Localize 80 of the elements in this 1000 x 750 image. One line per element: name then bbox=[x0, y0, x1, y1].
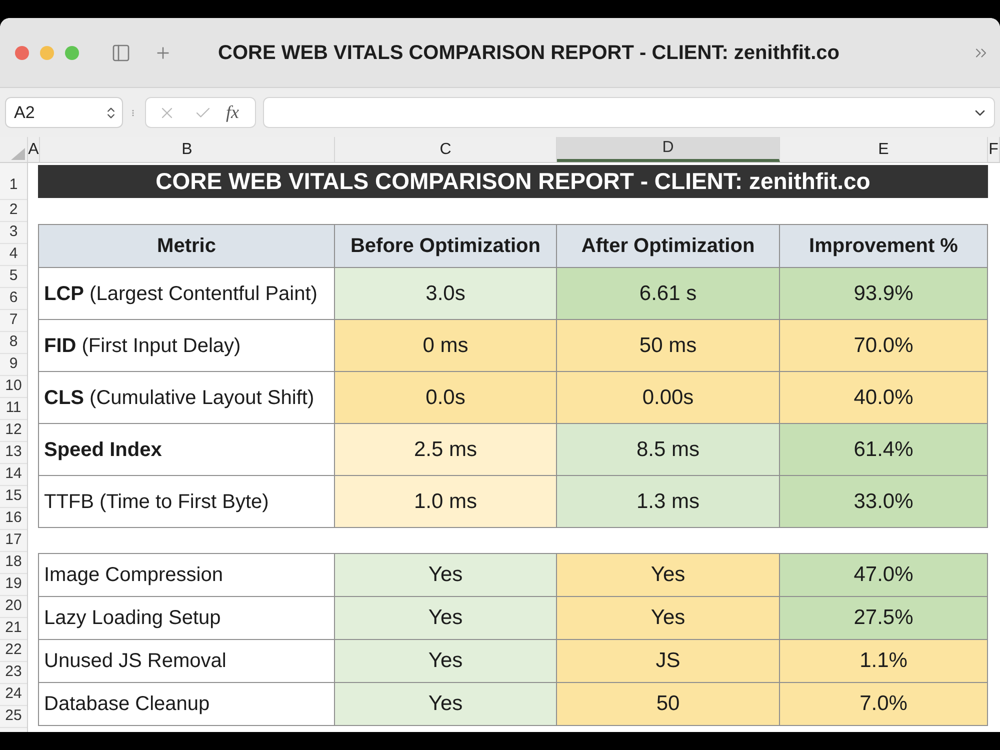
value-cell: 3.0s bbox=[335, 268, 557, 320]
value-cell: 0 ms bbox=[335, 320, 557, 372]
value-cell: 8.5 ms bbox=[557, 424, 780, 476]
value-cell: Yes bbox=[557, 554, 780, 597]
minimize-button[interactable] bbox=[40, 46, 54, 60]
row-header[interactable]: 8 bbox=[0, 332, 27, 354]
row-header[interactable]: 15 bbox=[0, 486, 27, 508]
row-header[interactable]: 23 bbox=[0, 662, 27, 684]
row-header[interactable]: 9 bbox=[0, 354, 27, 376]
function-button[interactable]: fx bbox=[226, 99, 239, 126]
sidebar-icon[interactable] bbox=[110, 42, 132, 62]
row-header[interactable]: 19 bbox=[0, 574, 27, 596]
row-header[interactable]: 21 bbox=[0, 618, 27, 640]
value-cell: Yes bbox=[335, 554, 557, 597]
row-header[interactable]: 14 bbox=[0, 464, 27, 486]
column-heading: Metric bbox=[39, 225, 335, 268]
row-header[interactable]: 1 bbox=[0, 163, 27, 200]
label-cell: Unused JS Removal bbox=[39, 640, 335, 683]
value-cell: 2.5 ms bbox=[335, 424, 557, 476]
row-header[interactable]: 6 bbox=[0, 288, 27, 310]
label-cell: LCP (Largest Contentful Paint) bbox=[39, 268, 335, 320]
value-cell: Yes bbox=[557, 597, 780, 640]
label-cell: TTFB (Time to First Byte) bbox=[39, 476, 335, 528]
name-box[interactable]: A2 bbox=[5, 97, 123, 128]
column-heading: After Optimization bbox=[557, 225, 780, 268]
value-cell: 70.0% bbox=[780, 320, 988, 372]
row-header[interactable]: 13 bbox=[0, 442, 27, 464]
label-cell: Image Compression bbox=[39, 554, 335, 597]
value-cell: 0.00s bbox=[557, 372, 780, 424]
value-cell: 1.1% bbox=[780, 640, 988, 683]
sheet-title-bar: CORE WEB VITALS COMPARISON REPORT - CLIENT: zenithfit.co bbox=[38, 165, 988, 198]
value-cell: 7.0% bbox=[780, 683, 988, 726]
value-cell: 0.0s bbox=[335, 372, 557, 424]
column-header[interactable]: E bbox=[780, 137, 988, 162]
value-cell: 1.0 ms bbox=[335, 476, 557, 528]
value-cell: 27.5% bbox=[780, 597, 988, 640]
window-title: CORE WEB VITALS COMPARISON REPORT - CLIENT: zenithfit.co bbox=[218, 40, 840, 66]
row-header[interactable]: 11 bbox=[0, 398, 27, 420]
zoom-button[interactable] bbox=[65, 46, 79, 60]
row-header[interactable]: 2 bbox=[0, 200, 27, 222]
row-header[interactable]: 16 bbox=[0, 508, 27, 530]
row-header[interactable]: 3 bbox=[0, 222, 27, 244]
label-cell: Lazy Loading Setup bbox=[39, 597, 335, 640]
value-cell: 50 bbox=[557, 683, 780, 726]
column-header[interactable]: D bbox=[557, 137, 780, 162]
row-header[interactable]: 5 bbox=[0, 266, 27, 288]
row-header[interactable]: 24 bbox=[0, 684, 27, 706]
label-cell: FID (First Input Delay) bbox=[39, 320, 335, 372]
label-cell: CLS (Cumulative Layout Shift) bbox=[39, 372, 335, 424]
row-header[interactable]: 10 bbox=[0, 376, 27, 398]
row-header[interactable]: 25 bbox=[0, 706, 27, 728]
value-cell: 47.0% bbox=[780, 554, 988, 597]
corner-triangle-icon[interactable] bbox=[11, 148, 25, 160]
formula-input[interactable] bbox=[263, 97, 995, 128]
column-header[interactable]: F bbox=[988, 137, 1000, 162]
row-header[interactable]: 4 bbox=[0, 244, 27, 266]
value-cell: Yes bbox=[335, 683, 557, 726]
row-header[interactable]: 7 bbox=[0, 310, 27, 332]
value-cell: JS bbox=[557, 640, 780, 683]
row-header[interactable]: 18 bbox=[0, 552, 27, 574]
row-header[interactable]: 17 bbox=[0, 530, 27, 552]
value-cell: Yes bbox=[335, 597, 557, 640]
label-cell: Speed Index bbox=[39, 424, 335, 476]
close-button[interactable] bbox=[15, 46, 29, 60]
row-header[interactable]: 22 bbox=[0, 640, 27, 662]
column-header[interactable]: A bbox=[28, 137, 40, 162]
value-cell: 50 ms bbox=[557, 320, 780, 372]
value-cell: 1.3 ms bbox=[557, 476, 780, 528]
value-cell: Yes bbox=[335, 640, 557, 683]
value-cell: 33.0% bbox=[780, 476, 988, 528]
column-header[interactable]: B bbox=[40, 137, 335, 162]
value-cell: 61.4% bbox=[780, 424, 988, 476]
column-heading: Improvement % bbox=[780, 225, 988, 268]
value-cell: 6.61 s bbox=[557, 268, 780, 320]
row-header[interactable]: 12 bbox=[0, 420, 27, 442]
value-cell: 93.9% bbox=[780, 268, 988, 320]
label-cell: Database Cleanup bbox=[39, 683, 335, 726]
column-heading: Before Optimization bbox=[335, 225, 557, 268]
row-header[interactable]: 20 bbox=[0, 596, 27, 618]
value-cell: 40.0% bbox=[780, 372, 988, 424]
